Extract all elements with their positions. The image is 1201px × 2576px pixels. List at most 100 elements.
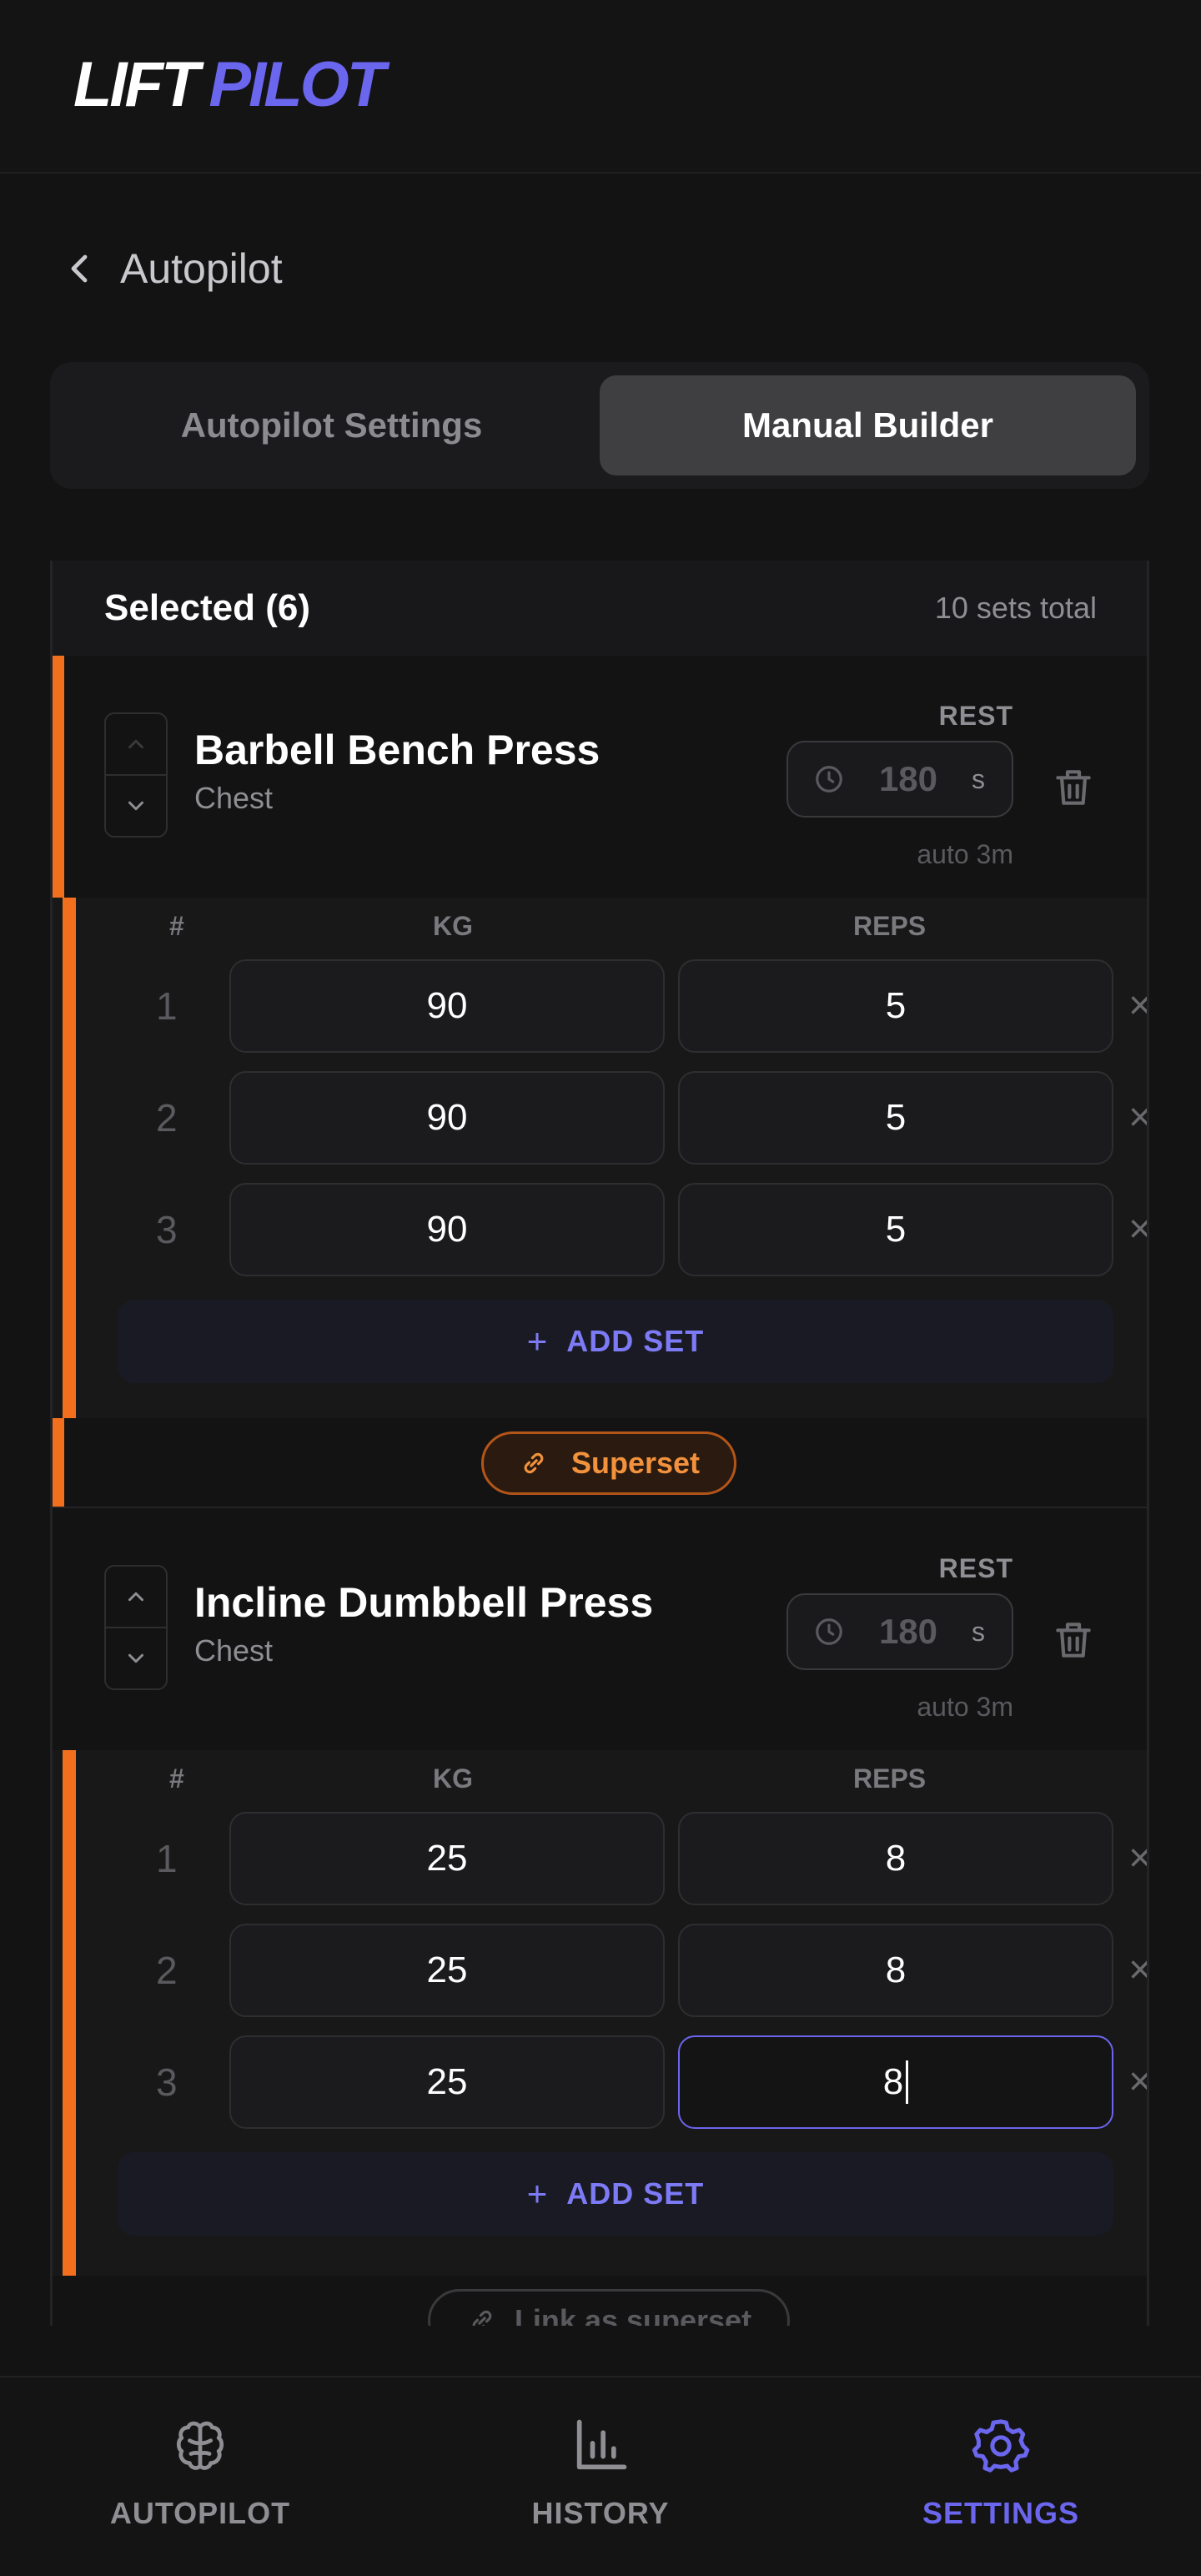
column-header-index: #: [169, 911, 184, 941]
set-row: 2 90 5 ×: [53, 1071, 1147, 1165]
remove-set-button[interactable]: ×: [1128, 2057, 1147, 2107]
link-superset-label: Link as superset: [514, 2303, 752, 2326]
chevron-left-icon: [71, 254, 88, 283]
reps-input[interactable]: 8: [678, 1924, 1113, 2017]
reps-input[interactable]: 8: [678, 1812, 1113, 1905]
reps-input[interactable]: 5: [678, 1071, 1113, 1165]
remove-set-button[interactable]: ×: [1128, 1834, 1147, 1884]
reps-input[interactable]: 5: [678, 1183, 1113, 1276]
superset-label: Superset: [570, 1446, 701, 1480]
column-header-kg: KG: [433, 1763, 473, 1794]
rest-value: 180: [878, 1612, 938, 1651]
trash-icon[interactable]: [1050, 764, 1097, 811]
nav-item-history[interactable]: HISTORY: [400, 2377, 801, 2576]
sets-table: # KG REPS 1 90 5 × 2 90 5 × 3 90 5 ×: [53, 898, 1147, 1418]
move-down-button[interactable]: [106, 774, 166, 836]
rest-input[interactable]: 180 s: [786, 1593, 1013, 1670]
nav-label: HISTORY: [531, 2496, 670, 2530]
remove-set-button[interactable]: ×: [1128, 1205, 1147, 1255]
rest-auto-hint: auto 3m: [917, 1692, 1013, 1722]
logo-text-pilot: PILOT: [209, 49, 385, 120]
rest-label: REST: [938, 701, 1013, 731]
builder-scroll-area[interactable]: Selected (6) 10 sets total Barbell Bench…: [50, 561, 1149, 2326]
set-row: 3 90 5 ×: [53, 1183, 1147, 1276]
add-set-label: ADD SET: [566, 1324, 705, 1358]
trash-icon[interactable]: [1050, 1617, 1097, 1663]
selection-header: Selected (6) 10 sets total: [53, 561, 1147, 656]
nav-label: AUTOPILOT: [109, 2496, 291, 2530]
reps-input-focused[interactable]: 8: [678, 2035, 1113, 2129]
exercise-muscle-group: Chest: [194, 1633, 274, 1668]
link-icon: [524, 1452, 544, 1474]
back-button[interactable]: Autopilot: [60, 239, 283, 299]
add-set-button[interactable]: + ADD SET: [118, 2152, 1113, 2236]
exercise-name: Barbell Bench Press: [194, 727, 600, 773]
link-icon: [472, 2310, 492, 2326]
set-row: 2 25 8 ×: [53, 1924, 1147, 2017]
set-number: 3: [156, 1208, 178, 1251]
tab-manual-builder[interactable]: Manual Builder: [600, 375, 1136, 475]
link-superset-row: Link as superset: [53, 2276, 1147, 2326]
rest-label: REST: [938, 1553, 1013, 1583]
kg-input[interactable]: 25: [229, 2035, 665, 2129]
sets-table: # KG REPS 1 25 8 × 2 25 8 × 3 25 8 ×: [53, 1750, 1147, 2276]
add-set-button[interactable]: + ADD SET: [118, 1300, 1113, 1383]
exercise-name: Incline Dumbbell Press: [194, 1579, 654, 1626]
set-row: 1 90 5 ×: [53, 959, 1147, 1053]
brain-icon: [176, 2421, 224, 2470]
column-header-kg: KG: [433, 911, 473, 941]
app-logo[interactable]: LIFT PILOT: [73, 47, 385, 123]
set-number: 1: [156, 1837, 178, 1880]
gear-icon: [972, 2419, 1030, 2473]
tab-autopilot-settings[interactable]: Autopilot Settings: [63, 375, 600, 475]
superset-indicator: [53, 1418, 64, 1507]
exercise-muscle-group: Chest: [194, 781, 274, 815]
reps-input-value: 8: [882, 2061, 904, 2102]
kg-input[interactable]: 90: [229, 1183, 665, 1276]
kg-input[interactable]: 25: [229, 1924, 665, 2017]
set-number: 2: [156, 1096, 178, 1140]
exercise-card: Barbell Bench Press Chest REST 180 s aut…: [53, 656, 1147, 1418]
remove-set-button[interactable]: ×: [1128, 981, 1147, 1031]
remove-set-button[interactable]: ×: [1128, 1945, 1147, 1995]
bottom-nav: AUTOPILOT HISTORY SETTINGS: [0, 2376, 1201, 2576]
logo-text-lift: LIFT: [73, 49, 199, 120]
rest-unit: s: [972, 1616, 985, 1647]
rest-auto-hint: auto 3m: [917, 839, 1013, 869]
reorder-control: [104, 712, 168, 838]
chevron-down-icon: [128, 1653, 143, 1663]
link-superset-button[interactable]: Link as superset: [428, 2289, 790, 2326]
column-header-reps: REPS: [853, 1763, 927, 1794]
add-set-label: ADD SET: [566, 2176, 705, 2211]
text-caret: [906, 2060, 909, 2104]
nav-label: SETTINGS: [922, 2496, 1080, 2530]
rest-input[interactable]: 180 s: [786, 741, 1013, 818]
set-number: 3: [156, 2060, 178, 2104]
sets-total: 10 sets total: [934, 591, 1097, 625]
kg-input[interactable]: 25: [229, 1812, 665, 1905]
bar-chart-icon: [576, 2419, 627, 2470]
mode-tabs: Autopilot Settings Manual Builder: [50, 362, 1149, 489]
plus-icon: +: [526, 2174, 549, 2213]
move-up-button[interactable]: [106, 1567, 166, 1627]
nav-item-settings[interactable]: SETTINGS: [801, 2377, 1201, 2576]
chevron-up-icon: [128, 739, 143, 749]
chevron-down-icon: [128, 801, 143, 811]
kg-input[interactable]: 90: [229, 959, 665, 1053]
superset-toggle[interactable]: Superset: [481, 1431, 736, 1495]
chevron-up-icon: [128, 1592, 143, 1602]
exercise-card: Incline Dumbbell Press Chest REST 180 s …: [53, 1508, 1147, 2276]
set-number: 1: [156, 984, 178, 1028]
nav-item-autopilot[interactable]: AUTOPILOT: [0, 2377, 400, 2576]
column-header-index: #: [169, 1763, 184, 1794]
reps-input[interactable]: 5: [678, 959, 1113, 1053]
clock-icon: [816, 1618, 842, 1645]
selection-title: Selected (6): [104, 587, 310, 628]
move-up-button[interactable]: [106, 714, 166, 774]
rest-value: 180: [878, 759, 938, 798]
superset-indicator: [53, 656, 64, 898]
remove-set-button[interactable]: ×: [1128, 1093, 1147, 1143]
set-row: 1 25 8 ×: [53, 1812, 1147, 1905]
move-down-button[interactable]: [106, 1627, 166, 1688]
kg-input[interactable]: 90: [229, 1071, 665, 1165]
